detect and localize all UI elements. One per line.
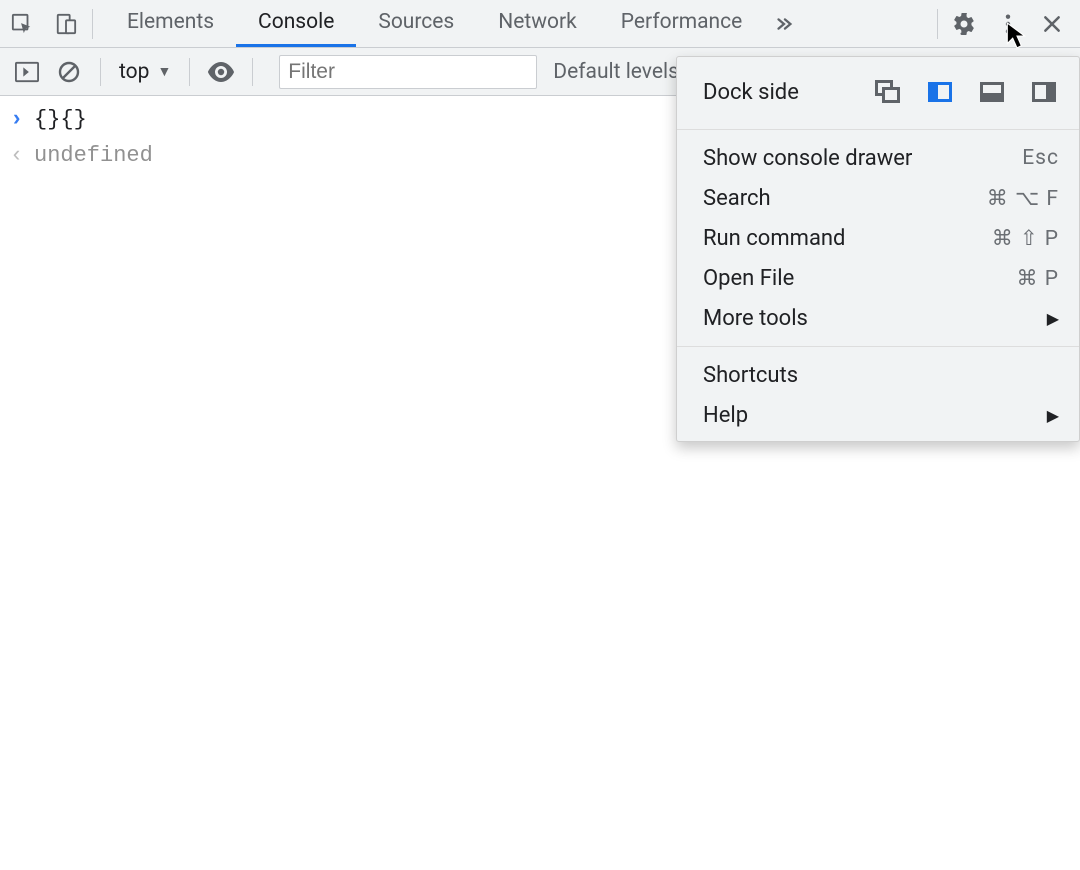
menu-help[interactable]: Help ▶ bbox=[677, 395, 1079, 435]
menu-item-label: More tools bbox=[703, 306, 1047, 331]
console-output-text: undefined bbox=[34, 140, 153, 172]
dock-bottom-icon[interactable] bbox=[977, 77, 1007, 107]
tab-elements[interactable]: Elements bbox=[105, 0, 236, 47]
submenu-arrow-icon: ▶ bbox=[1047, 309, 1059, 328]
log-levels-label: Default levels bbox=[553, 60, 679, 84]
settings-gear-icon[interactable] bbox=[942, 0, 986, 48]
tab-label: Network bbox=[498, 10, 577, 34]
menu-shortcuts[interactable]: Shortcuts bbox=[677, 355, 1079, 395]
close-devtools-icon[interactable] bbox=[1030, 0, 1074, 48]
submenu-arrow-icon: ▶ bbox=[1047, 406, 1059, 425]
toggle-sidebar-icon[interactable] bbox=[8, 48, 46, 96]
menu-item-shortcut: ⌘ ⇧ P bbox=[992, 226, 1059, 251]
menu-divider bbox=[677, 129, 1079, 130]
device-toggle-icon[interactable] bbox=[44, 0, 88, 48]
tab-label: Sources bbox=[378, 10, 454, 34]
toolbar-right bbox=[933, 0, 1074, 48]
menu-item-label: Open File bbox=[703, 266, 1017, 291]
menu-item-shortcut: Esc bbox=[1022, 146, 1059, 170]
menu-item-label: Shortcuts bbox=[703, 363, 1059, 388]
subtoolbar-divider bbox=[100, 58, 101, 86]
menu-run-command[interactable]: Run command ⌘ ⇧ P bbox=[677, 218, 1079, 258]
menu-open-file[interactable]: Open File ⌘ P bbox=[677, 258, 1079, 298]
console-prompt-icon: › bbox=[10, 104, 34, 136]
devtools-main-menu: Dock side Show console drawer Esc Search… bbox=[676, 56, 1080, 442]
tab-console[interactable]: Console bbox=[236, 0, 356, 47]
menu-item-shortcut: ⌘ P bbox=[1017, 266, 1059, 291]
menu-show-console-drawer[interactable]: Show console drawer Esc bbox=[677, 138, 1079, 178]
tab-performance[interactable]: Performance bbox=[599, 0, 764, 47]
more-menu-icon[interactable] bbox=[986, 0, 1030, 48]
dock-right-icon[interactable] bbox=[1029, 77, 1059, 107]
tab-network[interactable]: Network bbox=[476, 0, 599, 47]
console-input-text: {}{} bbox=[34, 104, 87, 136]
toolbar-divider bbox=[937, 9, 938, 39]
filter-input[interactable] bbox=[288, 60, 528, 84]
console-result-icon: ‹ bbox=[10, 140, 34, 172]
context-selector[interactable]: top ▼ bbox=[113, 60, 177, 84]
dock-side-label: Dock side bbox=[703, 80, 873, 105]
menu-item-label: Help bbox=[703, 403, 1047, 428]
tab-label: Elements bbox=[127, 10, 214, 34]
chevron-down-icon: ▼ bbox=[157, 63, 171, 80]
toolbar-divider bbox=[92, 9, 93, 39]
menu-item-label: Show console drawer bbox=[703, 146, 1022, 171]
subtoolbar-divider bbox=[189, 58, 190, 86]
context-label: top bbox=[119, 60, 149, 84]
inspect-element-icon[interactable] bbox=[0, 0, 44, 48]
devtools-toolbar: Elements Console Sources Network Perform… bbox=[0, 0, 1080, 48]
dock-left-icon[interactable] bbox=[925, 77, 955, 107]
filter-box[interactable] bbox=[279, 55, 537, 89]
dock-side-options bbox=[873, 77, 1059, 107]
dock-undock-icon[interactable] bbox=[873, 77, 903, 107]
menu-item-shortcut: ⌘ ⌥ F bbox=[987, 186, 1059, 211]
clear-console-icon[interactable] bbox=[50, 48, 88, 96]
live-expression-eye-icon[interactable] bbox=[202, 48, 240, 96]
menu-more-tools[interactable]: More tools ▶ bbox=[677, 298, 1079, 338]
dock-side-row: Dock side bbox=[677, 63, 1079, 121]
menu-item-label: Run command bbox=[703, 226, 992, 251]
devtools-tabs: Elements Console Sources Network Perform… bbox=[105, 0, 764, 47]
tabs-overflow-icon[interactable] bbox=[764, 13, 804, 35]
tab-label: Performance bbox=[621, 10, 742, 34]
menu-divider bbox=[677, 346, 1079, 347]
menu-item-label: Search bbox=[703, 186, 987, 211]
menu-search[interactable]: Search ⌘ ⌥ F bbox=[677, 178, 1079, 218]
tab-sources[interactable]: Sources bbox=[356, 0, 476, 47]
subtoolbar-divider bbox=[252, 58, 253, 86]
tab-label: Console bbox=[258, 10, 334, 34]
